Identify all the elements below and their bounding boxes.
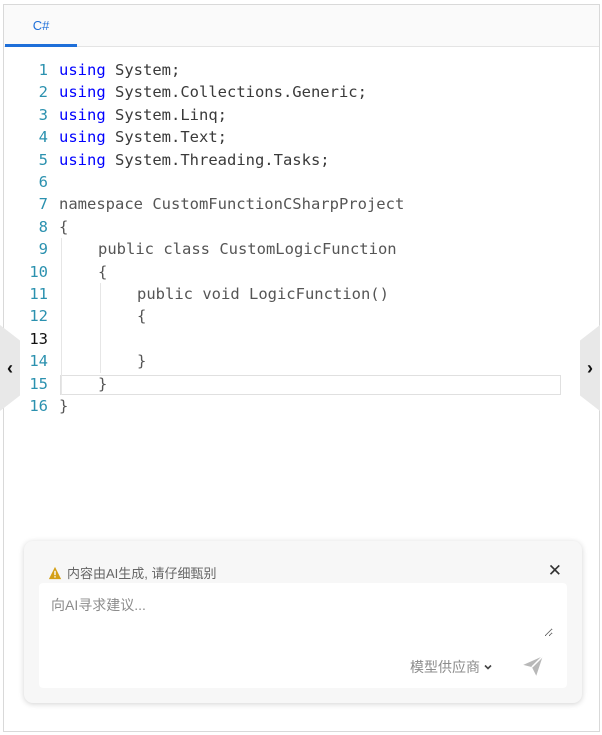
code-line: 7 namespace CustomFunctionCSharpProject [4, 193, 599, 215]
code-text: { [59, 216, 68, 238]
code-text: public void LogicFunction() [137, 283, 389, 305]
code-keyword: using [59, 150, 106, 169]
code-line: 8{ [4, 216, 599, 238]
code-text: { [98, 261, 107, 283]
line-number: 8 [38, 217, 48, 236]
line-number: 2 [38, 83, 48, 102]
ai-warning-text: 内容由AI生成, 请仔细甄别 [67, 566, 217, 581]
code-line: 5 using System.Threading.Tasks; [4, 149, 599, 171]
code-line: 16} [4, 395, 599, 417]
model-provider-dropdown[interactable]: 模型供应商 [410, 657, 493, 677]
code-token: System.Linq; [105, 105, 227, 124]
code-line: 10 { [4, 261, 599, 283]
line-number: 5 [38, 150, 48, 169]
code-text: } [59, 395, 68, 417]
code-text: } [98, 373, 107, 395]
code-line: 13 [4, 328, 599, 350]
code-line: 12 { [4, 305, 599, 327]
indent-guide [61, 238, 62, 395]
language-tab-bar: C# [4, 5, 599, 47]
code-text: using System.Text; [59, 126, 227, 148]
line-number: 6 [38, 173, 48, 191]
code-token: public void LogicFunction() [137, 285, 389, 303]
code-text: using System.Linq; [59, 104, 227, 126]
line-number: 3 [38, 105, 48, 124]
line-number: 12 [29, 307, 48, 326]
code-text: using System; [59, 59, 180, 81]
line-number: 7 [38, 195, 48, 214]
code-text: namespace CustomFunctionCSharpProject [59, 193, 404, 215]
code-editor-panel: C# 1 using System; 2 using System.Collectio… [3, 4, 600, 732]
chevron-right-icon: › [587, 357, 593, 378]
send-icon[interactable] [520, 653, 546, 679]
code-token: { [59, 217, 69, 236]
code-line: 11 public void LogicFunction() [4, 283, 599, 305]
line-number: 4 [38, 128, 48, 147]
indent-guide [100, 283, 101, 373]
code-text: using System.Collections.Generic; [59, 81, 367, 103]
code-text: } [137, 350, 146, 372]
code-token: System.Text; [105, 128, 227, 147]
code-token: { [98, 262, 108, 281]
code-text: public class CustomLogicFunction [98, 238, 397, 260]
close-icon[interactable]: ✕ [548, 561, 562, 581]
warning-icon [48, 566, 62, 579]
code-line: 3 using System.Linq; [4, 104, 599, 126]
code-keyword: using [59, 105, 106, 124]
code-line: 4 using System.Text; [4, 126, 599, 148]
ai-input-container: 模型供应商 [39, 583, 567, 688]
code-token: { [137, 307, 147, 326]
code-token: } [98, 374, 108, 393]
code-line: 6 [4, 171, 599, 193]
code-keyword: using [59, 61, 106, 79]
code-line: 15} [4, 373, 599, 395]
ai-assistant-panel: 内容由AI生成, 请仔细甄别 ✕ 模型供应商 [24, 541, 582, 703]
code-keyword: using [59, 83, 106, 102]
code-token: System; [105, 61, 181, 79]
code-token: System.Threading.Tasks; [105, 150, 330, 169]
code-line: 1 using System; [4, 59, 599, 81]
ai-prompt-input[interactable] [49, 593, 553, 637]
chevron-left-icon: ‹ [7, 357, 13, 378]
code-token: } [59, 397, 69, 415]
code-text: { [137, 305, 146, 327]
line-number: 9 [38, 240, 48, 259]
code-text: using System.Threading.Tasks; [59, 149, 330, 171]
code-token: namespace CustomFunctionCSharpProject [59, 195, 405, 214]
line-number: 10 [29, 262, 48, 281]
tab-csharp[interactable]: C# [5, 5, 77, 47]
code-token: } [137, 352, 147, 371]
code-keyword: using [59, 128, 106, 147]
line-number: 11 [29, 285, 48, 303]
chevron-down-icon [484, 664, 492, 670]
line-number: 1 [38, 61, 48, 79]
model-provider-label: 模型供应商 [410, 659, 480, 675]
code-token: public class CustomLogicFunction [98, 240, 397, 259]
code-line: 9 public class CustomLogicFunction [4, 238, 599, 260]
code-line: 2 using System.Collections.Generic; [4, 81, 599, 103]
active-tab-indicator [5, 44, 77, 47]
code-line: 14} [4, 350, 599, 372]
code-editor[interactable]: 1 using System; 2 using System.Collections.… [4, 53, 599, 433]
ai-warning-notice: 内容由AI生成, 请仔细甄别 [48, 563, 217, 582]
tab-label: C# [32, 18, 50, 33]
code-token: System.Collections.Generic; [105, 83, 367, 102]
